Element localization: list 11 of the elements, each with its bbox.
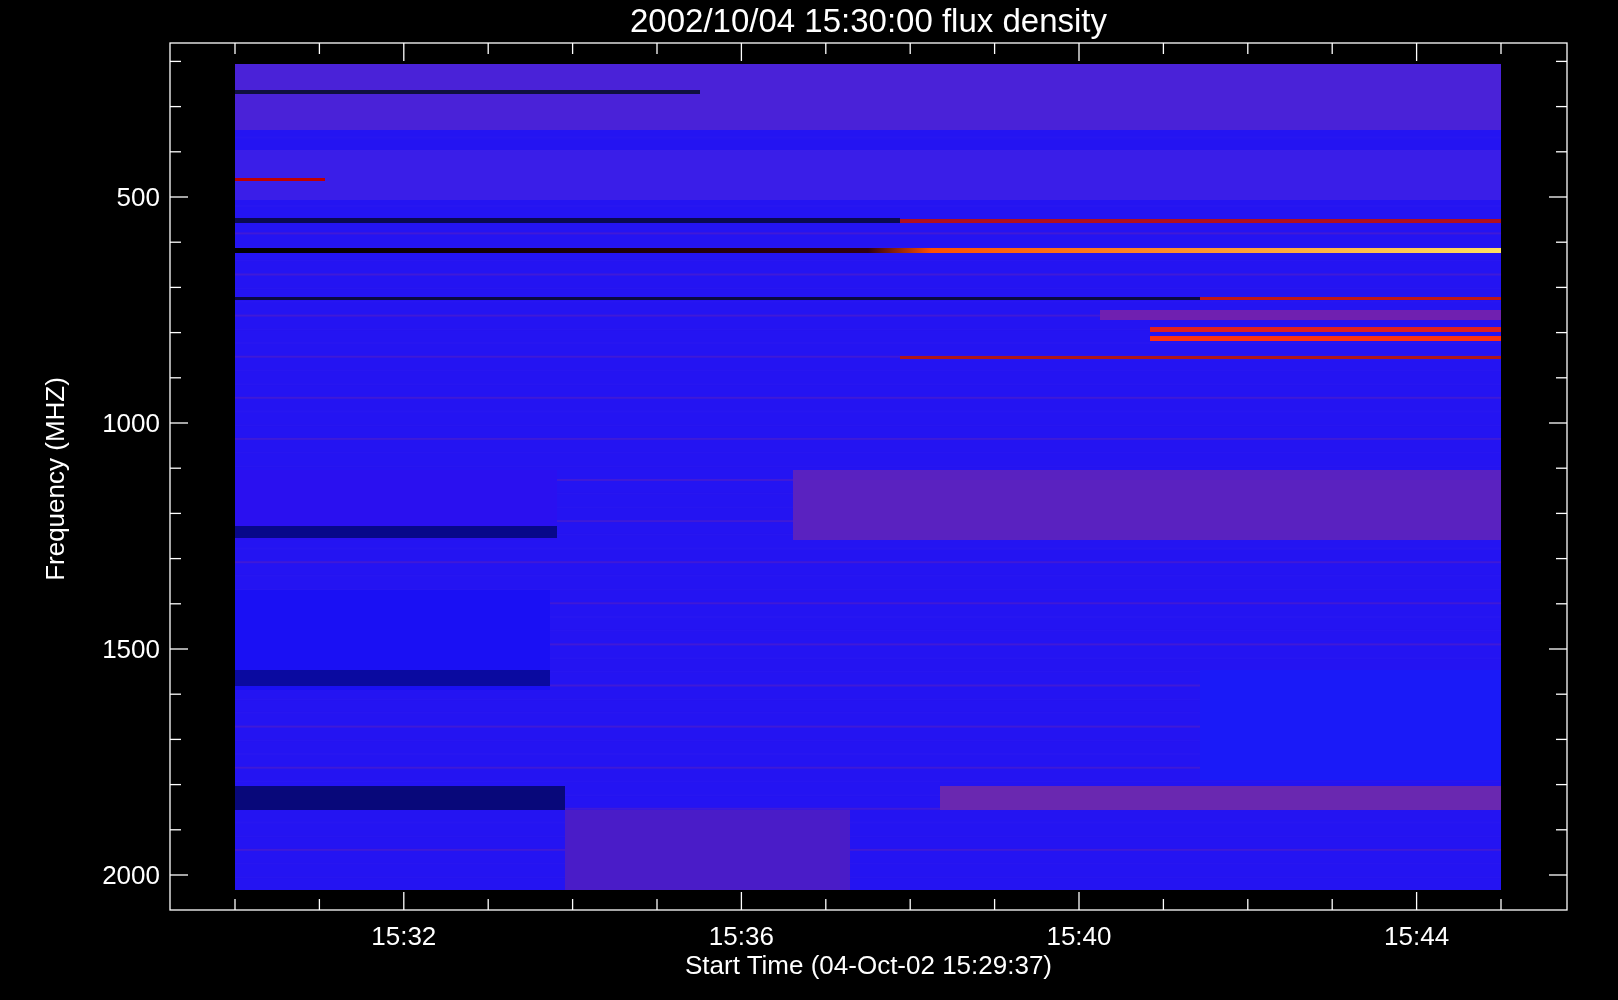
tick-label: 15:32 (371, 921, 437, 951)
tick-label: 15:44 (1384, 921, 1450, 951)
tick-label: 500 (116, 182, 160, 212)
tick-label: 1000 (102, 408, 160, 438)
tick-label: 15:40 (1046, 921, 1112, 951)
axis-label: Start Time (04-Oct-02 15:29:37) (685, 950, 1052, 980)
tick-label: 15:36 (708, 921, 774, 951)
tick-label: 2000 (102, 860, 160, 890)
tick-label: 1500 (102, 634, 160, 664)
plot-title: 2002/10/04 15:30:00 flux density (630, 2, 1107, 39)
axis-label: Frequency (MHZ) (40, 377, 70, 581)
